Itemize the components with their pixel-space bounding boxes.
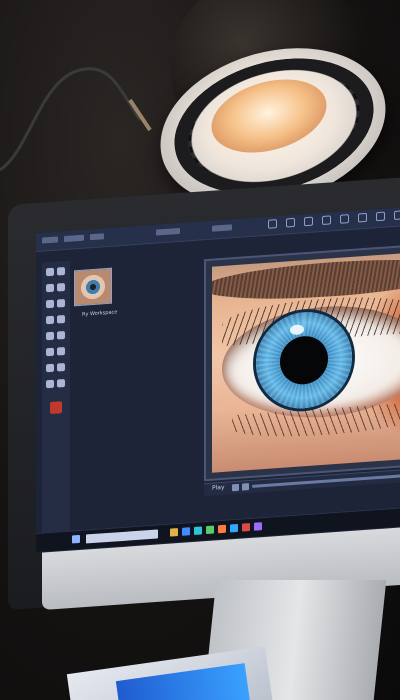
lasso-tool-icon[interactable] [46, 283, 54, 293]
clone-tool-icon[interactable] [46, 315, 54, 325]
pen-tool-icon[interactable] [46, 347, 54, 357]
menu-item[interactable] [156, 227, 180, 236]
toolbar-icon[interactable] [322, 215, 331, 226]
hand-tool-icon[interactable] [57, 362, 65, 372]
brush-tool-icon[interactable] [46, 299, 54, 309]
app-icon[interactable] [170, 528, 178, 537]
toolbar-icon[interactable] [304, 216, 313, 227]
taskbar-search[interactable] [86, 529, 158, 544]
heal-tool-icon[interactable] [57, 314, 65, 324]
layer-thumbnail[interactable] [74, 267, 112, 307]
app-icon[interactable] [218, 524, 226, 534]
menu-item[interactable] [90, 233, 104, 241]
app-icon[interactable] [242, 523, 250, 532]
app-icon[interactable] [254, 522, 262, 531]
toolbar-icon[interactable] [394, 210, 400, 220]
toolbar-icon[interactable] [376, 211, 385, 222]
timeline-button[interactable] [232, 483, 239, 492]
app-icon[interactable] [194, 526, 202, 535]
toolbar-icon[interactable] [358, 212, 367, 223]
start-icon[interactable] [72, 534, 80, 544]
eraser-tool-icon[interactable] [57, 298, 65, 308]
move-tool-icon[interactable] [46, 267, 54, 277]
tools-panel [42, 260, 70, 543]
toolbar-icon[interactable] [268, 219, 277, 229]
app-icon[interactable] [206, 525, 214, 535]
eye-image[interactable] [212, 251, 400, 473]
app-icon[interactable] [230, 523, 238, 533]
menu-item[interactable] [42, 236, 58, 244]
crop-tool-icon[interactable] [57, 282, 65, 292]
thumbnail-label: Rу Workspace [82, 309, 118, 318]
toolbar-icon[interactable] [286, 217, 295, 228]
text-tool-icon[interactable] [46, 331, 54, 341]
app-icon[interactable] [182, 527, 190, 536]
dodge-tool-icon[interactable] [46, 363, 54, 373]
gradient-tool-icon[interactable] [57, 346, 65, 356]
timeline-label: Play [212, 483, 225, 492]
photo-scene: Rу Workspace Play [0, 0, 400, 700]
toolbar-icon[interactable] [340, 214, 349, 224]
menu-item[interactable] [64, 234, 84, 243]
apple-logo-icon [324, 534, 346, 560]
monitor-screen: Rу Workspace Play [36, 206, 400, 554]
timeline-button[interactable] [242, 483, 249, 491]
color-swatch-icon[interactable] [50, 401, 62, 415]
shape-tool-icon[interactable] [57, 330, 65, 340]
zoom-tool-icon[interactable] [46, 379, 54, 389]
eyedropper-tool-icon[interactable] [57, 378, 65, 388]
select-tool-icon[interactable] [57, 266, 65, 276]
menu-item[interactable] [212, 224, 232, 232]
